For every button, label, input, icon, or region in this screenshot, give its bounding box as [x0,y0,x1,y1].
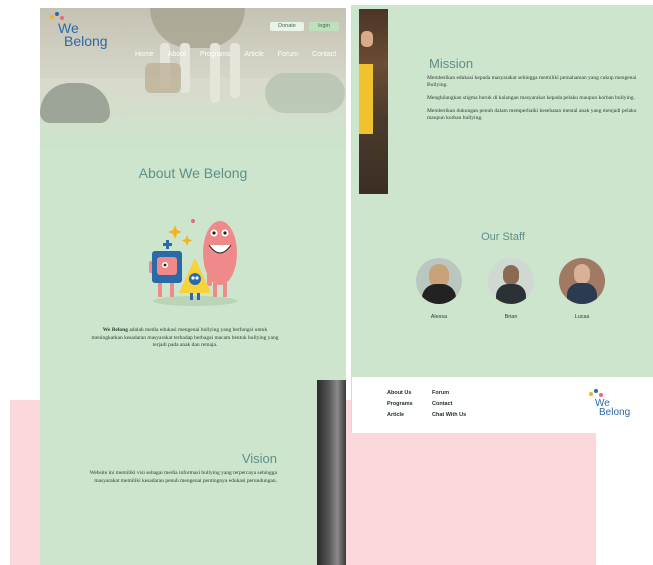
vision-text: Website ini memiliki visi sebagai media … [89,470,277,484]
about-brand-name: We Belong [102,327,128,333]
footer-link-programs[interactable]: Programs [387,401,413,407]
nav-programs[interactable]: Programs [200,51,230,58]
about-page-panel: Mission Memberikan edukasi kepada masyar… [351,5,653,433]
footer-links-col-2: Forum Contact Chat With Us [432,390,466,423]
footer: About Us Programs Article Forum Contact … [352,377,653,433]
vision-title: Vision [241,451,277,466]
footer-links-col-1: About Us Programs Article [387,390,413,423]
staff-card: Brian [488,258,534,320]
nav-article[interactable]: Article [244,51,263,58]
footer-link-chat-with-us[interactable]: Chat With Us [432,412,466,418]
donate-button[interactable]: Donate [270,22,304,31]
main-nav: Home About Programs Article Forum Contac… [135,51,336,58]
mission-title: Mission [429,56,474,71]
staff-name: Lucas [574,314,590,320]
login-button[interactable]: login [309,22,339,31]
mission-photo [359,9,388,194]
staff-avatar [416,258,462,304]
brand-logo[interactable]: We Belong [50,12,108,48]
vision-photo [317,380,346,565]
nav-home[interactable]: Home [135,51,154,58]
staff-title: Our Staff [481,231,525,243]
mission-item: Memberikan dukungan penuh dalam memperba… [427,108,637,121]
home-page-panel: We Belong Donate login Home About Progra… [40,8,346,565]
footer-link-contact[interactable]: Contact [432,401,466,407]
about-description: We Belong adalah media edukasi mengenai … [90,327,280,350]
footer-link-forum[interactable]: Forum [432,390,466,396]
nav-forum[interactable]: Forum [278,51,298,58]
staff-card: Lucas [559,258,605,320]
mission-list: Memberikan edukasi kepada masyarakat seh… [427,75,652,128]
logo-text-belong: Belong [64,33,108,49]
about-title: About We Belong [138,165,248,181]
footer-link-article[interactable]: Article [387,412,413,418]
logo-text-belong: Belong [599,407,631,418]
logo-mark-icon [589,389,630,399]
logo-mark-icon [50,12,108,22]
nav-contact[interactable]: Contact [312,51,336,58]
staff-name: Alessa [430,314,448,320]
nav-about[interactable]: About [168,51,186,58]
monsters-illustration [149,219,237,306]
staff-avatar [559,258,605,304]
mission-item: Menghilangkan stigma buruk di kalangan m… [427,95,635,101]
footer-brand-logo[interactable]: We Belong [589,389,630,418]
staff-avatar [488,258,534,304]
staff-card: Alessa [416,258,462,320]
staff-name: Brian [504,314,518,320]
mission-item: Memberikan edukasi kepada masyarakat seh… [427,75,637,88]
footer-link-about-us[interactable]: About Us [387,390,413,396]
